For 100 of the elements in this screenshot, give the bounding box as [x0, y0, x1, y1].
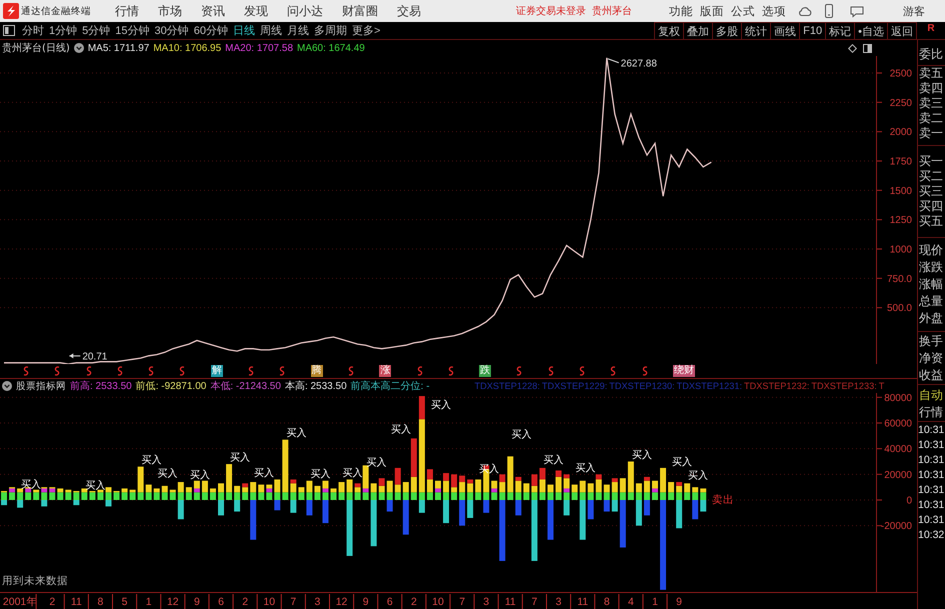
squiggle-marker-icon[interactable]	[279, 366, 286, 376]
toolbar-button[interactable]: 叠加	[683, 22, 712, 39]
indicator-step-label: TDXSTEP1233:	[811, 381, 877, 391]
chevron-circle-icon[interactable]	[74, 43, 84, 53]
bar	[314, 492, 320, 500]
bar	[170, 490, 176, 492]
period-tab[interactable]: 周线	[260, 23, 282, 38]
date-label: 3	[314, 596, 320, 608]
menu-item[interactable]: 问小达	[287, 2, 323, 20]
bar	[370, 492, 377, 500]
tick-time: 10:31	[918, 468, 945, 483]
squiggle-marker-icon[interactable]	[248, 366, 254, 376]
toolbar-button[interactable]: 多股	[712, 22, 742, 39]
tool-menu-item[interactable]: 功能	[669, 4, 693, 18]
squiggle-marker-icon[interactable]	[348, 366, 354, 376]
bar	[306, 500, 312, 516]
menu-item[interactable]: 资讯	[201, 2, 225, 20]
toolbar-button[interactable]: 复权	[654, 22, 684, 39]
period-tab[interactable]: 月线	[287, 23, 309, 38]
event-tag[interactable]: 绕财	[672, 365, 695, 377]
period-tab[interactable]: 60分钟	[194, 23, 228, 38]
bar	[491, 492, 498, 500]
bar	[346, 500, 353, 556]
bar	[515, 492, 522, 500]
period-tab[interactable]: 30分钟	[154, 23, 189, 38]
bar	[178, 482, 184, 492]
toolbar-button[interactable]: 标记	[825, 22, 854, 39]
date-label: 10	[432, 596, 444, 608]
squiggle-marker-icon[interactable]	[23, 366, 29, 376]
bar	[97, 490, 104, 492]
split-square-icon[interactable]	[863, 44, 872, 52]
period-tab[interactable]: 5分钟	[82, 23, 110, 38]
bar	[170, 492, 176, 500]
period-tab[interactable]: 更多>	[352, 23, 380, 38]
bar	[194, 480, 200, 488]
signal-label: 买入	[672, 457, 692, 468]
squiggle-marker-icon[interactable]	[448, 366, 454, 376]
tool-menu-item[interactable]: 版面	[700, 4, 724, 18]
toolbar-button[interactable]: 画线	[770, 22, 800, 39]
bar	[523, 492, 530, 500]
period-tab[interactable]: 多周期	[314, 23, 347, 38]
squiggle-marker-icon[interactable]	[148, 366, 154, 376]
bar	[548, 500, 554, 540]
squiggle-marker-icon[interactable]	[610, 366, 616, 376]
squiggle-marker-icon[interactable]	[416, 366, 423, 376]
panel-icon[interactable]	[3, 25, 15, 36]
squiggle-marker-icon[interactable]	[86, 366, 92, 376]
period-tab[interactable]: 日线	[233, 23, 255, 38]
event-tag[interactable]: 涨	[379, 365, 392, 377]
bar	[499, 492, 506, 500]
toolbar-button[interactable]: 返回	[887, 22, 917, 39]
toolbar-button[interactable]: 统计	[741, 22, 770, 39]
toolbar-button[interactable]: F10	[799, 22, 826, 39]
auto-toggle[interactable]: 自动	[919, 387, 945, 404]
date-label: 1	[146, 596, 152, 608]
bar	[186, 487, 192, 492]
bar	[346, 492, 353, 500]
bar	[306, 492, 312, 500]
period-tab[interactable]: 分时	[22, 23, 44, 38]
login-status-link[interactable]: 证券交易未登录	[516, 4, 586, 18]
bar	[418, 500, 425, 513]
bar	[210, 492, 216, 500]
menu-item[interactable]: 行情	[115, 2, 139, 20]
bar	[426, 479, 433, 492]
period-tab[interactable]: 15分钟	[115, 23, 150, 38]
squiggle-marker-icon[interactable]	[642, 366, 648, 376]
bar	[700, 500, 706, 512]
bar	[89, 492, 96, 500]
menu-item[interactable]: 财富圈	[342, 2, 378, 20]
squiggle-marker-icon[interactable]	[179, 366, 186, 376]
bar	[394, 492, 401, 500]
leader-line	[607, 58, 620, 64]
squiggle-marker-icon[interactable]	[548, 366, 554, 376]
bar	[418, 396, 425, 420]
squiggle-marker-icon[interactable]	[54, 366, 60, 376]
tool-menu-item[interactable]: 选项	[762, 4, 786, 18]
bar	[652, 480, 658, 488]
date-label: 3	[556, 596, 562, 608]
chevron-circle-icon[interactable]	[2, 381, 12, 391]
bar	[644, 476, 650, 481]
bar	[451, 492, 458, 500]
diamond-icon[interactable]	[848, 44, 857, 52]
user-name[interactable]: 游客	[903, 4, 925, 18]
message-icon[interactable]	[850, 4, 864, 18]
squiggle-marker-icon[interactable]	[516, 366, 522, 376]
menu-item[interactable]: 市场	[158, 2, 182, 20]
bar	[362, 488, 369, 492]
period-tab[interactable]: 1分钟	[49, 23, 78, 38]
phone-icon[interactable]	[822, 4, 836, 18]
cloud-icon[interactable]	[798, 4, 812, 18]
squiggle-marker-icon[interactable]	[116, 366, 123, 376]
squiggle-marker-icon[interactable]	[579, 366, 586, 376]
menu-item[interactable]: 交易	[397, 2, 421, 20]
bar	[338, 492, 345, 500]
tool-menu-item[interactable]: 公式	[731, 4, 755, 18]
date-label: 7	[290, 596, 296, 608]
bar	[9, 488, 16, 492]
logo-icon	[3, 3, 19, 19]
menu-item[interactable]: 发现	[244, 2, 268, 20]
toolbar-button[interactable]: •自选	[854, 22, 887, 39]
